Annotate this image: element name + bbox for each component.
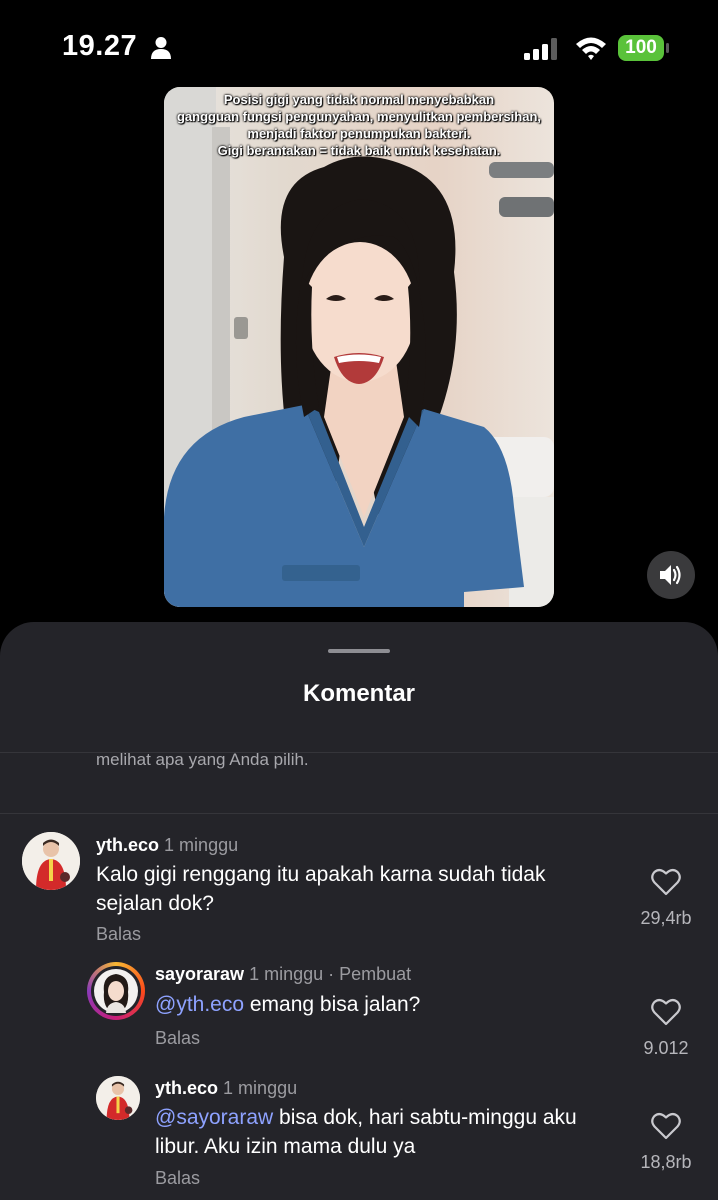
mention-link[interactable]: @yth.eco [155, 993, 244, 1016]
cellular-signal-icon [524, 38, 557, 60]
battery-icon: 100 [618, 35, 670, 61]
video-player[interactable]: Posisi gigi yang tidak normal menyebabka… [164, 87, 554, 607]
comment-text: @yth.eco emang bisa jalan? [155, 990, 625, 1019]
timestamp: 1 minggu [164, 835, 239, 855]
caption-line: menjadi faktor penumpukan bakteri. [247, 126, 471, 141]
like-count: 18,8rb [640, 1152, 692, 1172]
status-bar: 19.27 100 [0, 0, 718, 90]
reply-button[interactable]: Balas [155, 1168, 200, 1189]
avatar[interactable] [96, 1076, 140, 1120]
comments-sheet: Komentar melihat apa yang Anda pilih. yt… [0, 622, 718, 1200]
comment-meta: sayoraraw 1 minggu · Pembuat [155, 964, 411, 985]
username[interactable]: yth.eco [96, 835, 159, 855]
comment-meta: yth.eco 1 minggu [96, 835, 238, 856]
battery-level: 100 [618, 35, 664, 61]
heart-icon [651, 999, 681, 1026]
comment-body: emang bisa jalan? [244, 993, 421, 1016]
video-frame [164, 87, 554, 607]
comment-body: Kalo gigi renggang itu apakah karna suda… [96, 863, 546, 915]
like-button[interactable]: 29,4rb [636, 868, 696, 929]
comment-text: Kalo gigi renggang itu apakah karna suda… [96, 860, 616, 918]
creator-badge: · Pembuat [323, 964, 412, 984]
like-count: 29,4rb [640, 908, 692, 928]
person-icon [151, 37, 171, 59]
comment-text: @sayoraraw bisa dok, hari sabtu-minggu a… [155, 1103, 625, 1161]
reply-button[interactable]: Balas [96, 924, 141, 945]
clock: 19.27 [62, 30, 138, 62]
caption-line: Posisi gigi yang tidak normal menyebabka… [223, 92, 495, 107]
reply-button[interactable]: Balas [155, 1028, 200, 1049]
avatar[interactable] [22, 832, 80, 890]
heart-icon [651, 1113, 681, 1140]
heart-icon [651, 869, 681, 896]
username[interactable]: sayoraraw [155, 964, 244, 984]
like-count: 9.012 [643, 1038, 689, 1058]
caption-line: gangguan fungsi pengunyahan, menyulitkan… [176, 109, 542, 124]
avatar[interactable] [87, 962, 145, 1020]
avatar-image [91, 966, 141, 1016]
video-caption: Posisi gigi yang tidak normal menyebabka… [164, 91, 554, 159]
like-button[interactable]: 18,8rb [636, 1112, 696, 1173]
notice-text: melihat apa yang Anda pilih. [96, 750, 309, 769]
username[interactable]: yth.eco [155, 1078, 218, 1098]
timestamp: 1 minggu [249, 964, 324, 984]
avatar-image [96, 1076, 140, 1120]
wifi-icon [576, 37, 606, 60]
divider [0, 813, 718, 814]
sheet-grabber[interactable] [328, 649, 390, 653]
timestamp: 1 minggu [223, 1078, 298, 1098]
sound-toggle-button[interactable] [647, 551, 695, 599]
speaker-icon [660, 565, 681, 585]
mention-link[interactable]: @sayoraraw [155, 1106, 273, 1129]
caption-line: Gigi berantakan = tidak baik untuk keseh… [217, 143, 501, 158]
comment-meta: yth.eco 1 minggu [155, 1078, 297, 1099]
sheet-title: Komentar [302, 680, 416, 707]
like-button[interactable]: 9.012 [636, 998, 696, 1059]
avatar-image [22, 832, 80, 890]
